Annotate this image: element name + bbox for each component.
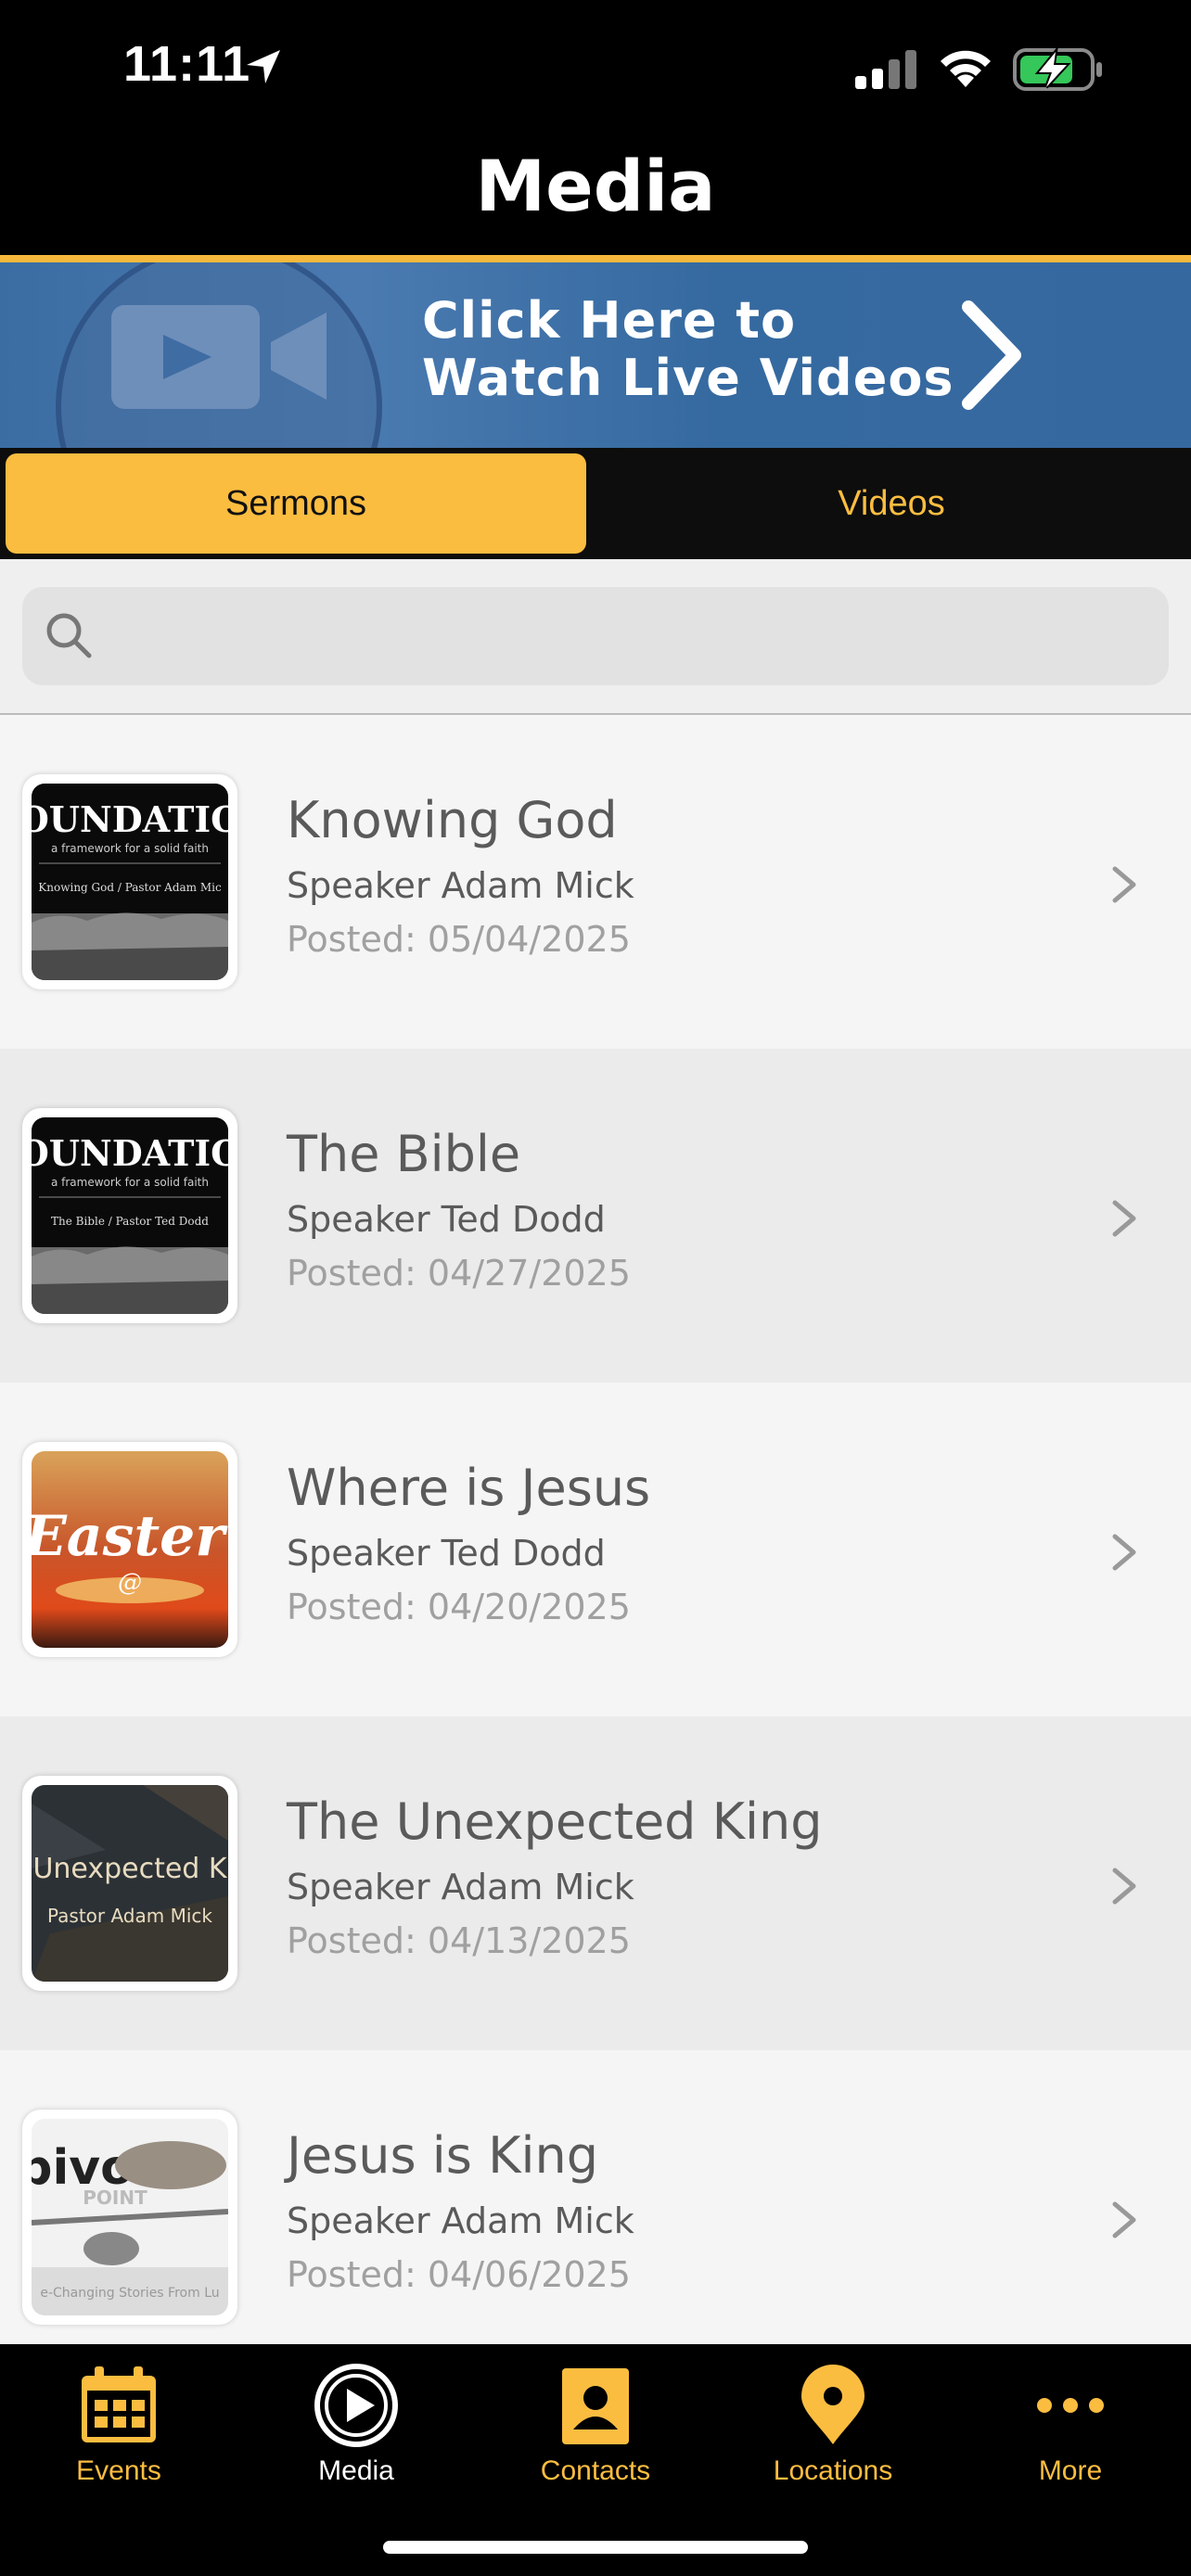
sermon-thumbnail: Easter @	[22, 1442, 237, 1657]
media-segment-control: Sermons Videos	[0, 448, 1191, 559]
map-pin-icon	[801, 2365, 864, 2444]
chevron-right-icon	[962, 300, 1021, 410]
tab-locations-label: Locations	[773, 2455, 893, 2486]
banner-line-1: Click Here to	[422, 291, 797, 350]
watch-live-videos-banner[interactable]: Click Here to Watch Live Videos	[0, 262, 1191, 448]
chevron-right-icon	[1112, 1200, 1136, 1237]
thumb-title: OUNDATIO	[32, 798, 228, 840]
banner-line-2: Watch Live Videos	[422, 349, 954, 407]
thumb-title: Unexpected K	[32, 1853, 227, 1885]
sermon-posted-date: Posted: 04/06/2025	[287, 2254, 631, 2295]
location-arrow-icon	[247, 50, 280, 83]
sermon-list: OUNDATIO a framework for a solid faith K…	[0, 715, 1191, 2384]
foundation-artwork: OUNDATIO a framework for a solid faith K…	[32, 784, 228, 980]
tab-more[interactable]: More	[978, 2363, 1163, 2502]
foundation-artwork: OUNDATIO a framework for a solid faith T…	[32, 1117, 228, 1314]
tab-media-label: Media	[318, 2455, 394, 2486]
thumb-title: Easter	[32, 1504, 228, 1569]
list-item[interactable]: Easter @ Where is Jesus Speaker Ted Dodd…	[0, 1383, 1191, 1716]
battery-charging-icon	[1013, 46, 1102, 91]
status-bar: 11:11	[0, 0, 1191, 139]
sermon-thumbnail: OUNDATIO a framework for a solid faith K…	[22, 774, 237, 989]
bottom-tab-bar: Events Media Contacts Locations More	[0, 2344, 1191, 2576]
thumb-caption: The Bible / Pastor Ted Dodd	[51, 1215, 209, 1228]
home-indicator	[383, 2541, 808, 2554]
more-dots-icon	[1037, 2398, 1104, 2413]
sermon-thumbnail: OUNDATIO a framework for a solid faith T…	[22, 1108, 237, 1323]
cellular-signal-icon	[855, 50, 916, 89]
sermon-title: The Unexpected King	[287, 1792, 823, 1851]
sermon-speaker: Speaker Adam Mick	[287, 2200, 634, 2241]
tab-more-label: More	[1038, 2455, 1103, 2486]
page-title: Media	[475, 145, 716, 227]
status-time: 11:11	[123, 36, 251, 92]
tab-sermons[interactable]: Sermons	[6, 453, 586, 554]
chevron-right-icon	[1112, 2201, 1136, 2238]
tab-media[interactable]: Media	[263, 2363, 449, 2502]
banner-text: Click Here to Watch Live Videos	[422, 292, 954, 407]
thumb-subtitle: a framework for a solid faith	[51, 1176, 209, 1189]
sermon-posted-date: Posted: 04/13/2025	[287, 1920, 631, 1961]
thumb-subtitle: Pastor Adam Mick	[47, 1905, 212, 1927]
contact-card-icon	[562, 2368, 629, 2444]
tab-events[interactable]: Events	[26, 2363, 211, 2502]
tab-locations[interactable]: Locations	[740, 2363, 926, 2502]
thumb-caption: Knowing God / Pastor Adam Mic	[38, 881, 222, 894]
unexpected-king-artwork: Unexpected K Pastor Adam Mick	[32, 1785, 228, 1982]
tab-videos[interactable]: Videos	[601, 453, 1182, 554]
list-item[interactable]: OUNDATIO a framework for a solid faith K…	[0, 715, 1191, 1049]
list-item[interactable]: Unexpected K Pastor Adam Mick The Unexpe…	[0, 1716, 1191, 2050]
thumb-caption: e-Changing Stories From Lu	[40, 2286, 219, 2301]
chevron-right-icon	[1112, 1868, 1136, 1905]
tab-contacts-label: Contacts	[540, 2455, 651, 2486]
play-circle-icon	[314, 2364, 398, 2447]
sermon-posted-date: Posted: 05/04/2025	[287, 919, 631, 960]
search-input[interactable]	[106, 604, 1148, 670]
thumb-title: OUNDATIO	[32, 1132, 228, 1174]
thumb-subtitle: a framework for a solid faith	[51, 842, 209, 855]
sermon-speaker: Speaker Adam Mick	[287, 1867, 634, 1907]
search-area	[0, 559, 1191, 715]
sermon-title: The Bible	[287, 1125, 521, 1183]
sermon-posted-date: Posted: 04/27/2025	[287, 1253, 631, 1294]
tab-events-label: Events	[76, 2455, 161, 2486]
list-item[interactable]: pivot POINT e-Changing Stories From Lu J…	[0, 2050, 1191, 2384]
calendar-icon	[82, 2366, 156, 2442]
search-icon	[46, 613, 92, 658]
sermon-title: Knowing God	[287, 791, 618, 849]
chevron-right-icon	[1112, 866, 1136, 903]
video-camera-icon	[111, 305, 327, 409]
sermon-title: Where is Jesus	[287, 1459, 651, 1517]
sermon-speaker: Speaker Ted Dodd	[287, 1199, 606, 1240]
navigation-bar: Media	[0, 139, 1191, 262]
thumb-subtitle: @	[118, 1569, 142, 1597]
sermon-speaker: Speaker Ted Dodd	[287, 1533, 606, 1574]
sermon-speaker: Speaker Adam Mick	[287, 865, 634, 906]
easter-artwork: Easter @	[32, 1451, 228, 1648]
sermon-thumbnail: Unexpected K Pastor Adam Mick	[22, 1776, 237, 1991]
search-bar[interactable]	[22, 587, 1169, 685]
thumb-subtitle: POINT	[83, 2187, 147, 2209]
sermon-title: Jesus is King	[287, 2126, 599, 2185]
sermon-thumbnail: pivot POINT e-Changing Stories From Lu	[22, 2110, 237, 2325]
tab-contacts[interactable]: Contacts	[503, 2363, 688, 2502]
list-item[interactable]: OUNDATIO a framework for a solid faith T…	[0, 1049, 1191, 1383]
pivot-point-artwork: pivot POINT e-Changing Stories From Lu	[32, 2119, 228, 2315]
wifi-icon	[941, 50, 991, 87]
sermon-posted-date: Posted: 04/20/2025	[287, 1587, 631, 1627]
chevron-right-icon	[1112, 1534, 1136, 1571]
